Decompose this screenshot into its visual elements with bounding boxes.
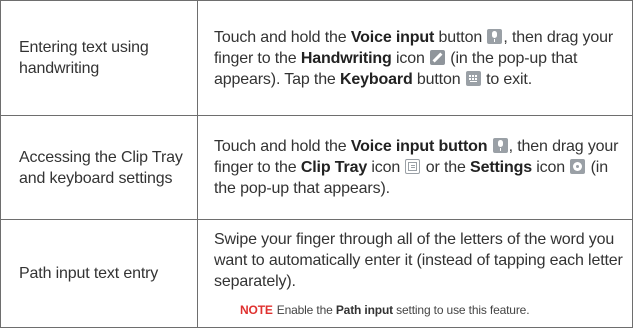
row-description: Swipe your finger through all of the let… (197, 219, 633, 328)
voice-input-button-term: Voice input button (350, 138, 488, 155)
text-segment: button (412, 70, 465, 88)
voice-input-term: Voice input (350, 28, 435, 46)
keyboard-icon (465, 70, 481, 86)
clip-tray-term: Clip Tray (300, 159, 368, 176)
gear-icon (570, 159, 586, 174)
text-segment: Enable the (276, 303, 336, 317)
handwriting-term: Handwriting (300, 49, 392, 67)
description-text: Swipe your finger through all of the let… (214, 231, 623, 290)
keyboard-term: Keyboard (339, 70, 413, 88)
microphone-icon (487, 28, 503, 44)
text-segment: or the (421, 159, 471, 176)
text-segment: Touch and hold the (214, 138, 351, 155)
table-row: Entering text using handwriting Touch an… (0, 0, 633, 116)
note-keyword: NOTE (240, 303, 273, 317)
text-segment: Touch and hold the (214, 28, 351, 46)
text-segment: icon (531, 159, 570, 176)
microphone-icon (492, 138, 508, 153)
table-row: Path input text entry Swipe your finger … (0, 219, 633, 328)
text-segment: icon (367, 159, 405, 176)
text-segment (487, 138, 491, 155)
settings-term: Settings (470, 159, 532, 176)
table-row: Accessing the Clip Tray and keyboard set… (0, 115, 633, 220)
text-segment: to exit. (481, 70, 533, 88)
path-input-term: Path input (335, 303, 393, 317)
text-segment: icon (391, 49, 429, 67)
clip-tray-icon (405, 159, 421, 174)
row-description: Touch and hold the Voice input button , … (197, 115, 633, 220)
text-segment: setting to use this feature. (392, 303, 530, 317)
pen-icon (430, 49, 445, 65)
text-segment: button (434, 28, 487, 46)
feature-table: Entering text using handwriting Touch an… (0, 0, 633, 328)
note: NOTE Enable the Path input setting to use… (214, 302, 624, 318)
row-label: Entering text using handwriting (0, 0, 198, 116)
row-description: Touch and hold the Voice input button , … (197, 0, 633, 116)
row-label: Path input text entry (0, 219, 198, 328)
row-label: Accessing the Clip Tray and keyboard set… (0, 115, 198, 220)
